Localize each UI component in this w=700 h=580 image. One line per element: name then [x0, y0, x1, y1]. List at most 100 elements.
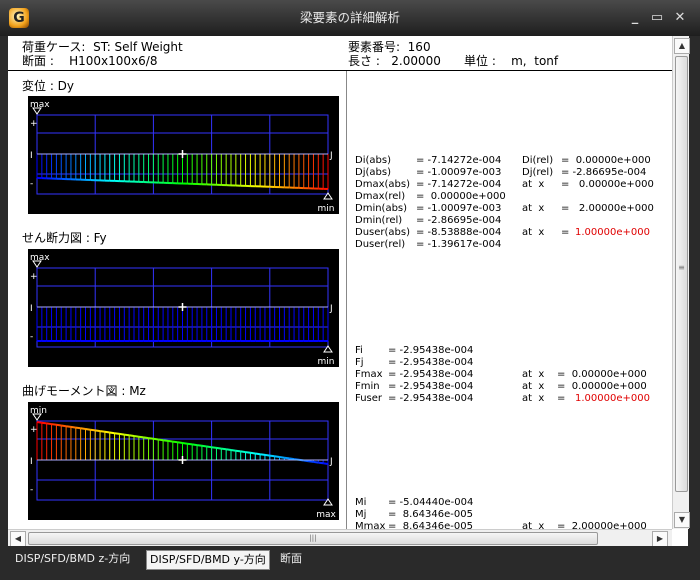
- chart-minus-label: -: [30, 179, 33, 189]
- shear-row-pos: =: [557, 393, 566, 404]
- diagram-curve: [133, 435, 139, 438]
- diagram-curve: [80, 427, 86, 430]
- diagram-curve: [284, 456, 290, 460]
- chart-plus-label: +: [30, 425, 38, 435]
- disp-row-key: Dmax(rel): [355, 191, 406, 202]
- chart-j-end-label: J: [329, 151, 333, 161]
- disp-row-value: = -8.53888e-004: [416, 227, 502, 238]
- shear-row-user-pos: 1.00000e+000: [575, 393, 650, 404]
- moment-row-key: Mj: [355, 509, 367, 520]
- section-label: 断面 : H100x100x6/8: [22, 54, 158, 68]
- minimize-button[interactable]: _: [626, 10, 644, 26]
- diagram-curve: [162, 439, 169, 442]
- diagram-curve: [279, 456, 285, 459]
- scroll-down-icon[interactable]: ▼: [674, 512, 690, 528]
- diagram-curve: [250, 451, 256, 455]
- diagram-curve: [172, 440, 178, 444]
- disp-row-at: Di(rel): [522, 155, 554, 166]
- diagram-curve: [255, 452, 261, 456]
- shear-row-at: at x: [522, 369, 545, 380]
- diagram-curve: [201, 444, 207, 448]
- disp-row-pos: = -2.86695e-004: [561, 167, 647, 178]
- disp-row-key: Di(abs): [355, 155, 391, 166]
- diagram-curve: [75, 426, 81, 430]
- shear-row-key: Fuser: [355, 393, 383, 404]
- disp-chart-title: 変位 : Dy: [22, 79, 75, 93]
- moment-chart-svg: min max + - I J: [30, 406, 336, 520]
- horizontal-scrollbar[interactable]: ◀ ||| ▶: [8, 529, 672, 547]
- chart-top-label: max: [30, 100, 50, 110]
- diagram-curve: [245, 451, 251, 454]
- tab-section[interactable]: 断面: [277, 550, 305, 568]
- chart-j-end-label: J: [329, 457, 333, 467]
- diagram-curve: [99, 430, 106, 433]
- diagram-curve: [41, 421, 47, 425]
- shear-row-key: Fi: [355, 345, 363, 356]
- diagram-curve: [158, 438, 164, 442]
- vertical-scrollbar[interactable]: ▲ ≡ ▼: [672, 36, 690, 529]
- chart-i-end-label: I: [30, 151, 33, 161]
- vertical-scroll-thumb[interactable]: ≡: [675, 56, 688, 492]
- disp-row-value: = -1.00097e-003: [416, 203, 502, 214]
- disp-row-at: at x: [522, 203, 545, 214]
- element-header: 荷重ケース: ST: Self Weight 断面 : H100x100x6/8…: [8, 36, 672, 71]
- diagram-curve: [46, 422, 52, 426]
- close-button[interactable]: ✕: [671, 10, 689, 26]
- diagram-curve: [313, 460, 319, 464]
- chart-i-end-label: I: [30, 304, 33, 314]
- scroll-right-icon[interactable]: ▶: [652, 531, 668, 547]
- diagram-curve: [196, 444, 203, 447]
- diagram-curve: [274, 455, 280, 458]
- diagram-curve: [148, 437, 154, 440]
- chart-minus-label: -: [30, 332, 33, 342]
- tab-z-direction[interactable]: DISP/SFD/BMD z-方向: [12, 550, 133, 568]
- scroll-left-icon[interactable]: ◀: [10, 531, 26, 547]
- diagram-curve: [289, 457, 295, 461]
- diagram-curve: [85, 428, 91, 431]
- diagram-curve: [109, 431, 115, 435]
- results-pane: Di(abs) = -7.14272e-004 Di(rel) = 0.00000e+…: [348, 71, 672, 556]
- disp-row-value: = -1.00097e-003: [416, 167, 502, 178]
- tab-y-direction[interactable]: DISP/SFD/BMD y-方向: [146, 550, 270, 570]
- moment-row-value: = -5.04440e-004: [388, 497, 474, 508]
- length-label: 長さ : 2.00000: [348, 54, 441, 68]
- diagram-curve: [143, 436, 149, 440]
- diagram-curve: [211, 446, 217, 449]
- disp-row-user-pos: 1.00000e+000: [575, 227, 650, 238]
- disp-row-key: Dj(abs): [355, 167, 391, 178]
- disp-row-value: = 0.00000e+000: [416, 191, 506, 202]
- diagram-curve: [70, 425, 76, 429]
- diagram-curve: [36, 421, 42, 424]
- disp-row-pos: =: [561, 227, 570, 238]
- shear-row-key: Fj: [355, 357, 364, 368]
- diagram-curve: [226, 448, 232, 451]
- maximize-button[interactable]: ▭: [648, 10, 666, 26]
- horizontal-scroll-thumb[interactable]: |||: [28, 532, 598, 545]
- tab-bar: DISP/SFD/BMD z-方向 DISP/SFD/BMD y-方向 断面: [8, 546, 688, 572]
- shear-chart-svg: max min + - I J: [30, 253, 335, 367]
- shear-row-key: Fmin: [355, 381, 380, 392]
- diagram-curve: [177, 441, 183, 444]
- scroll-up-icon[interactable]: ▲: [674, 38, 690, 54]
- diagram-curve: [167, 439, 173, 443]
- diagram-curve: [51, 423, 57, 426]
- shear-row-pos: = 0.00000e+000: [557, 369, 647, 380]
- shear-chart-title: せん断力図 : Fy: [22, 231, 107, 245]
- disp-row-at: at x: [522, 179, 545, 190]
- diagram-curve: [216, 446, 222, 450]
- diagram-curve: [303, 459, 309, 463]
- chart-top-label: min: [30, 406, 47, 416]
- vertical-scroll-grip: ≡: [678, 263, 685, 272]
- diagram-curve: [114, 432, 120, 435]
- chart-j-end-label: J: [329, 304, 333, 314]
- chart-bottom-label: min: [318, 357, 335, 367]
- shear-row-value: = -2.95438e-004: [388, 369, 474, 380]
- disp-row-value: = -2.86695e-004: [416, 215, 502, 226]
- title-bar: G 梁要素の詳細解析 _ ▭ ✕: [0, 0, 700, 36]
- disp-row-at: Dj(rel): [522, 167, 554, 178]
- disp-row-value: = -7.14272e-004: [416, 155, 502, 166]
- shear-row-value: = -2.95438e-004: [388, 393, 474, 404]
- shear-chart: max min + - I J: [28, 249, 339, 367]
- shear-row-at: at x: [522, 381, 545, 392]
- diagram-curve: [138, 435, 144, 439]
